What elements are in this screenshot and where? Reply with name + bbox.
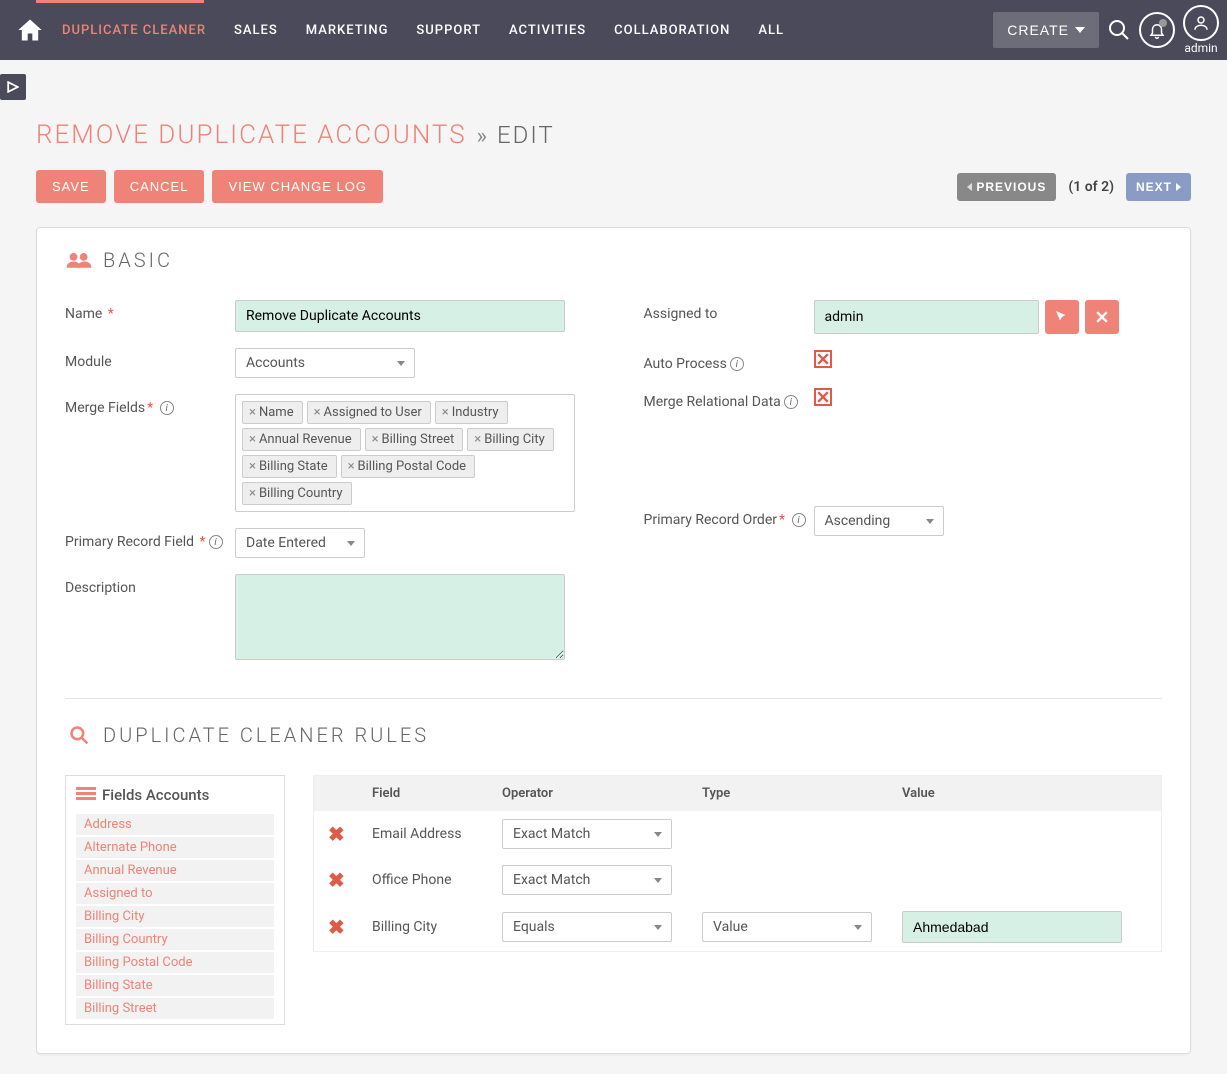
merge-tag[interactable]: ×Billing Country: [242, 482, 352, 505]
merge-tag[interactable]: ×Billing State: [242, 455, 337, 478]
merge-tag[interactable]: ×Annual Revenue: [242, 428, 361, 451]
merge-tag[interactable]: ×Billing Street: [365, 428, 464, 451]
next-button[interactable]: NEXT: [1126, 173, 1191, 201]
rule-row: ✖ Office PhoneExact Match: [314, 857, 1161, 903]
list-icon: [76, 787, 96, 803]
name-input[interactable]: [235, 300, 565, 332]
topbar-accent: [36, 0, 204, 3]
field-list-item[interactable]: Billing City: [76, 906, 274, 927]
rule-operator-select[interactable]: Exact Match: [502, 819, 672, 849]
page-title: REMOVE DUPLICATE ACCOUNTS » EDIT: [36, 120, 1191, 150]
field-list-item[interactable]: Billing State: [76, 975, 274, 996]
user-avatar-icon[interactable]: [1183, 5, 1219, 41]
save-button[interactable]: SAVE: [36, 170, 106, 203]
basic-header: BASIC: [65, 248, 1162, 272]
info-icon[interactable]: i: [730, 357, 744, 371]
delete-rule-icon[interactable]: ✖: [328, 822, 345, 846]
previous-button: PREVIOUS: [957, 173, 1056, 201]
close-icon[interactable]: ×: [314, 405, 321, 420]
info-icon[interactable]: i: [784, 395, 798, 409]
field-list-item[interactable]: Assigned to: [76, 883, 274, 904]
field-list-item[interactable]: Billing Street: [76, 998, 274, 1019]
home-icon[interactable]: [16, 16, 44, 44]
close-icon[interactable]: ×: [249, 432, 256, 447]
delete-rule-icon[interactable]: ✖: [328, 915, 345, 939]
field-list-item[interactable]: Alternate Phone: [76, 837, 274, 858]
merge-fields-multiselect[interactable]: ×Name×Assigned to User×Industry ×Annual R…: [235, 394, 575, 512]
close-icon[interactable]: ×: [249, 486, 256, 501]
rules-table: Field Operator Type Value ✖Email Address…: [313, 775, 1162, 952]
merge-tag[interactable]: ×Billing City: [467, 428, 553, 451]
rules-header: DUPLICATE CLEANER RULES: [65, 723, 1162, 747]
pager-text: (1 of 2): [1068, 179, 1114, 195]
assigned-to-input[interactable]: [814, 300, 1039, 334]
primary-record-order-select[interactable]: Ascending: [814, 506, 944, 536]
module-select[interactable]: Accounts: [235, 348, 415, 378]
merge-tag[interactable]: ×Billing Postal Code: [341, 455, 475, 478]
info-icon[interactable]: i: [792, 513, 806, 527]
rule-field-label: Office Phone: [372, 872, 502, 888]
nav-item-duplicate-cleaner[interactable]: DUPLICATE CLEANER: [48, 23, 220, 38]
field-list-item[interactable]: Address: [76, 814, 274, 835]
search-rules-icon: [65, 725, 93, 745]
rule-operator-select[interactable]: Exact Match: [502, 865, 672, 895]
merge-tag[interactable]: ×Name: [242, 401, 303, 424]
nav-item-collaboration[interactable]: COLLABORATION: [600, 23, 744, 38]
rule-field-label: Email Address: [372, 826, 502, 842]
topbar: DUPLICATE CLEANERSALESMARKETINGSUPPORTAC…: [0, 0, 1227, 60]
merge-tag[interactable]: ×Assigned to User: [307, 401, 431, 424]
rule-row: ✖ Billing CityEquals Value: [314, 903, 1161, 951]
breadcrumb-sub: EDIT: [497, 121, 555, 149]
view-change-log-button[interactable]: VIEW CHANGE LOG: [212, 170, 383, 203]
primary-record-field-select[interactable]: Date Entered: [235, 528, 365, 558]
close-icon[interactable]: ×: [249, 459, 256, 474]
field-list-item[interactable]: Billing Postal Code: [76, 952, 274, 973]
assigned-select-button[interactable]: [1045, 300, 1079, 334]
merge-tag[interactable]: ×Industry: [435, 401, 508, 424]
breadcrumb-main[interactable]: REMOVE DUPLICATE ACCOUNTS: [36, 120, 467, 150]
create-button[interactable]: CREATE: [993, 12, 1099, 48]
basic-panel: BASIC Name * Module Accounts Merge Field…: [36, 227, 1191, 1054]
assigned-clear-button[interactable]: [1085, 300, 1119, 334]
delete-rule-icon[interactable]: ✖: [328, 868, 345, 892]
play-button[interactable]: [0, 74, 26, 100]
nav-item-activities[interactable]: ACTIVITIES: [495, 23, 600, 38]
rule-operator-select[interactable]: Equals: [502, 912, 672, 942]
close-icon[interactable]: ×: [372, 432, 379, 447]
description-textarea[interactable]: [235, 574, 565, 660]
info-icon[interactable]: i: [160, 401, 174, 415]
rule-value-input[interactable]: [902, 911, 1122, 943]
rule-row: ✖ Email AddressExact Match: [314, 811, 1161, 857]
search-icon[interactable]: [1107, 18, 1131, 42]
nav-item-all[interactable]: ALL: [744, 23, 798, 38]
notifications-icon[interactable]: [1139, 12, 1175, 48]
cancel-button[interactable]: CANCEL: [114, 170, 205, 203]
group-icon: [65, 250, 93, 270]
field-list-item[interactable]: Annual Revenue: [76, 860, 274, 881]
close-icon[interactable]: ×: [249, 405, 256, 420]
close-icon[interactable]: ×: [348, 459, 355, 474]
rule-field-label: Billing City: [372, 919, 502, 935]
nav-item-sales[interactable]: SALES: [220, 23, 292, 38]
auto-process-checkbox[interactable]: [814, 350, 832, 368]
field-list-item[interactable]: Billing Country: [76, 929, 274, 950]
rule-type-select[interactable]: Value: [702, 912, 872, 942]
close-icon[interactable]: ×: [474, 432, 481, 447]
nav-item-marketing[interactable]: MARKETING: [292, 23, 403, 38]
fields-list-panel[interactable]: Fields Accounts AddressAlternate PhoneAn…: [65, 775, 285, 1025]
close-icon[interactable]: ×: [442, 405, 449, 420]
info-icon[interactable]: i: [209, 535, 223, 549]
username-label: admin: [1184, 41, 1217, 55]
merge-relational-checkbox[interactable]: [814, 388, 832, 406]
nav-item-support[interactable]: SUPPORT: [402, 23, 495, 38]
